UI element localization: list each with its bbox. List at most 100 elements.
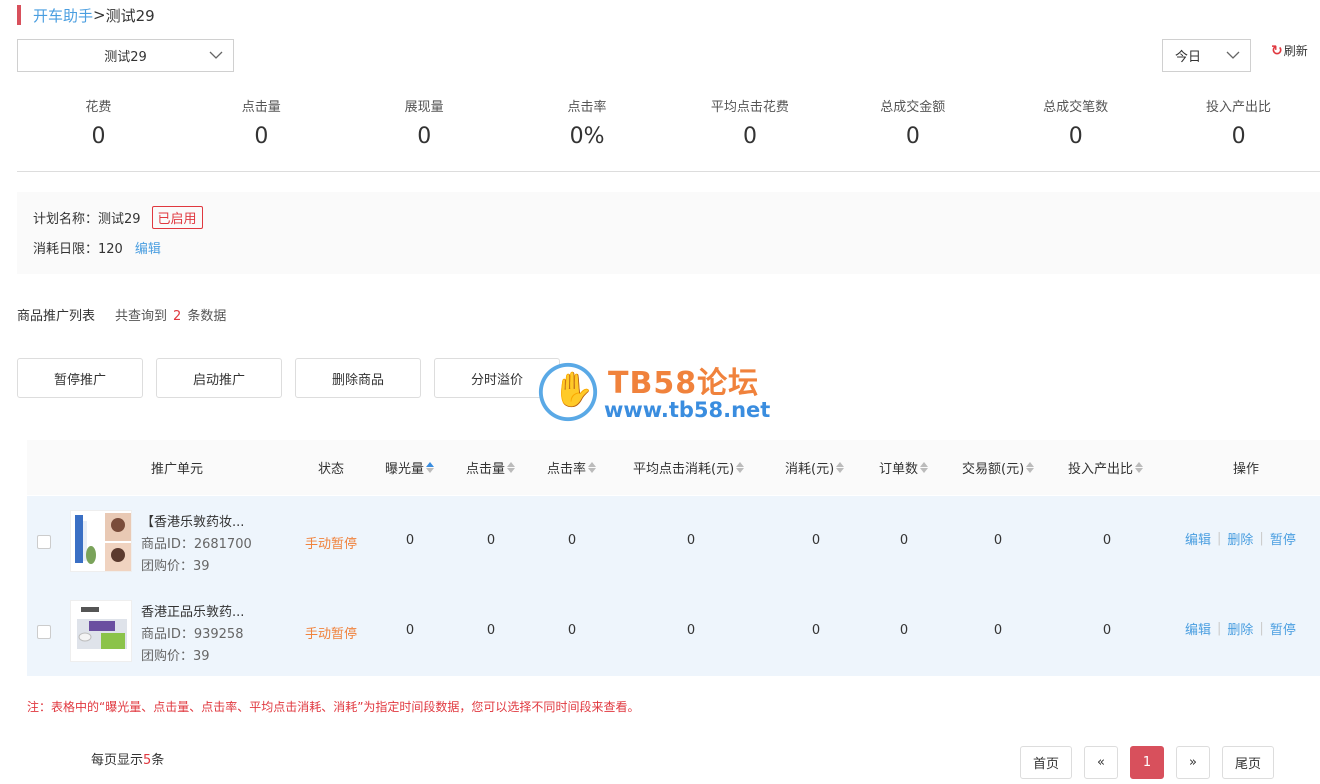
page-1-button[interactable]: 1 — [1130, 746, 1164, 779]
stat-value: 0 — [1231, 124, 1246, 149]
sort-icon — [736, 462, 745, 473]
cell-orders: 0 — [899, 623, 909, 638]
last-page-button[interactable]: 尾页 — [1222, 746, 1274, 779]
product-image — [75, 513, 131, 571]
col-impressions[interactable]: 曝光量 — [385, 440, 435, 495]
col-ctr-label: 点击率 — [547, 462, 587, 477]
stat-label: 总成交笔数 — [1043, 100, 1109, 115]
stat-gmv: 总成交金额 0 — [831, 98, 994, 171]
per-page-prefix: 每页显示 — [91, 753, 144, 768]
col-ops: 操作 — [1233, 462, 1260, 477]
product-id: 商品ID：939258 — [141, 627, 244, 642]
col-avg-cpc[interactable]: 平均点击消耗(元) — [633, 440, 745, 495]
list-header: 商品推广列表 共查询到 2 条数据 — [17, 305, 226, 324]
result-count-number: 2 — [173, 309, 182, 324]
stats-summary: 花费 0 点击量 0 展现量 0 点击率 0% 平均点击花费 0 总成交金额 0 总成交笔数… — [17, 98, 1320, 172]
product-table: 推广单元 状态 曝光量 点击量 点击率 平均点击消耗(元) 消耗(元) 订单数 … — [27, 440, 1320, 676]
row-operations: 编辑 | 删除 | 暂停 — [1185, 529, 1296, 548]
col-gmv-label: 交易额(元) — [962, 462, 1025, 477]
stat-label: 平均点击花费 — [710, 100, 789, 115]
next-page-button[interactable]: » — [1176, 746, 1210, 779]
table-note: 注：表格中的“曝光量、点击量、点击率、平均点击消耗、消耗”为指定时间段数据，您可… — [27, 700, 640, 714]
refresh-icon: ↻ — [1271, 42, 1283, 59]
prev-page-button[interactable]: « — [1084, 746, 1118, 779]
delete-link[interactable]: 删除 — [1227, 619, 1253, 638]
col-ctr[interactable]: 点击率 — [547, 440, 597, 495]
first-page-button[interactable]: 首页 — [1020, 746, 1072, 779]
start-promotion-button[interactable]: 启动推广 — [156, 358, 282, 398]
edit-link[interactable]: 编辑 — [1185, 529, 1211, 548]
group-price: 团购价：39 — [141, 649, 210, 664]
stat-ctr: 点击率 0% — [506, 98, 669, 171]
stat-label: 总成交金额 — [880, 100, 946, 115]
product-thumbnail — [70, 510, 132, 572]
row-status: 手动暂停 — [305, 627, 358, 642]
stat-label: 点击率 — [567, 100, 607, 115]
cell-orders: 0 — [899, 533, 909, 548]
stat-label: 投入产出比 — [1206, 100, 1272, 115]
cell-ctr: 0 — [567, 533, 577, 548]
pause-promotion-button[interactable]: 暂停推广 — [17, 358, 143, 398]
table-header: 推广单元 状态 曝光量 点击量 点击率 平均点击消耗(元) 消耗(元) 订单数 … — [27, 440, 1320, 495]
product-image — [77, 607, 127, 649]
col-orders[interactable]: 订单数 — [879, 440, 929, 495]
watermark: ✋ TB58论坛 www.tb58.net — [534, 358, 794, 428]
product-title[interactable]: 香港正品乐敦药... — [141, 601, 244, 620]
table-row: 【香港乐敦药妆... 商品ID：2681700 团购价：39 手动暂停 0 0 … — [27, 496, 1320, 586]
cell-gmv: 0 — [993, 623, 1003, 638]
date-range-value: 今日 — [1175, 50, 1202, 65]
watermark-title: TB58论坛 — [608, 366, 760, 401]
result-count: 共查询到 2 条数据 — [115, 305, 226, 324]
plan-select-value: 测试29 — [104, 50, 147, 65]
chevron-down-icon — [1226, 51, 1240, 59]
delete-product-button[interactable]: 删除商品 — [295, 358, 421, 398]
stat-avg-cpc: 平均点击花费 0 — [669, 98, 832, 171]
edit-limit-link[interactable]: 编辑 — [135, 238, 161, 257]
date-range-select[interactable]: 今日 — [1162, 39, 1251, 72]
watermark-url: www.tb58.net — [604, 398, 771, 422]
plan-info-panel: 计划名称：测试29 已启用 消耗日限：120 编辑 — [17, 192, 1320, 274]
table-row: 香港正品乐敦药... 商品ID：939258 团购价：39 手动暂停 0 0 0… — [27, 586, 1320, 676]
stat-label: 花费 — [85, 100, 112, 115]
col-clicks[interactable]: 点击量 — [466, 440, 516, 495]
product-thumbnail — [70, 600, 132, 662]
edit-link[interactable]: 编辑 — [1185, 619, 1211, 638]
row-checkbox[interactable] — [37, 625, 51, 639]
product-title[interactable]: 【香港乐敦药妆... — [141, 511, 244, 530]
stat-value: 0 — [417, 124, 432, 149]
refresh-button[interactable]: ↻ 刷新 — [1271, 42, 1308, 59]
row-operations: 编辑 | 删除 | 暂停 — [1185, 619, 1296, 638]
sort-icon — [507, 462, 516, 473]
cell-ctr: 0 — [567, 623, 577, 638]
col-roi[interactable]: 投入产出比 — [1068, 440, 1144, 495]
cell-avg-cpc: 0 — [686, 533, 696, 548]
breadcrumb-root-link[interactable]: 开车助手 — [33, 5, 93, 26]
result-count-prefix: 共查询到 — [115, 309, 168, 324]
col-roi-label: 投入产出比 — [1068, 462, 1134, 477]
result-count-suffix: 条数据 — [187, 309, 227, 324]
col-spend[interactable]: 消耗(元) — [785, 440, 845, 495]
sort-icon — [426, 462, 435, 473]
stat-value: 0% — [569, 124, 605, 149]
sort-icon — [1135, 462, 1144, 473]
product-id: 商品ID：2681700 — [141, 537, 252, 552]
group-price: 团购价：39 — [141, 559, 210, 574]
plan-select[interactable]: 测试29 — [17, 39, 234, 72]
col-clicks-label: 点击量 — [466, 462, 506, 477]
stat-value: 0 — [254, 124, 269, 149]
col-unit: 推广单元 — [151, 462, 204, 477]
col-gmv[interactable]: 交易额(元) — [962, 440, 1035, 495]
stat-value: 0 — [91, 124, 106, 149]
col-impressions-label: 曝光量 — [385, 462, 425, 477]
chevron-down-icon — [209, 51, 223, 59]
stat-label: 点击量 — [241, 100, 281, 115]
cell-spend: 0 — [811, 533, 821, 548]
pause-link[interactable]: 暂停 — [1270, 619, 1296, 638]
cell-impressions: 0 — [405, 623, 415, 638]
per-page-suffix: 条 — [151, 753, 165, 768]
col-orders-label: 订单数 — [879, 462, 919, 477]
delete-link[interactable]: 删除 — [1227, 529, 1253, 548]
cell-clicks: 0 — [486, 623, 496, 638]
row-checkbox[interactable] — [37, 535, 51, 549]
pause-link[interactable]: 暂停 — [1270, 529, 1296, 548]
